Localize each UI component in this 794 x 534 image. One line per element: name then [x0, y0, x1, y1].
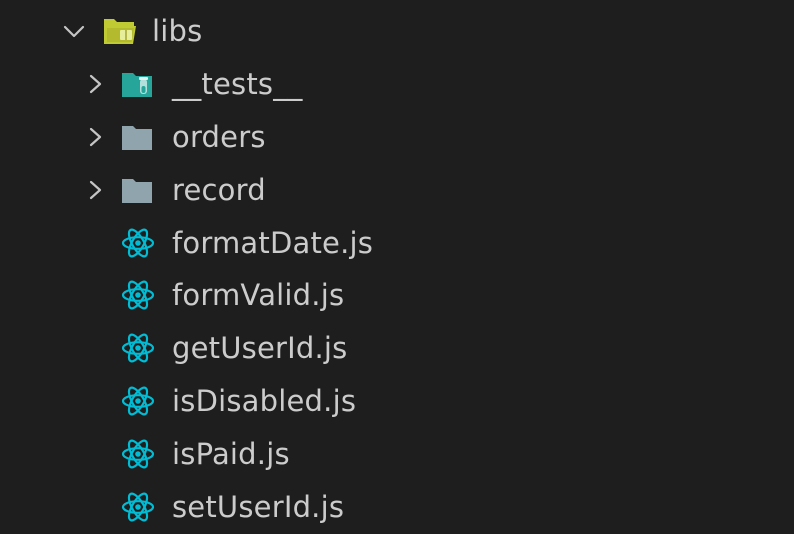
tree-item-label: formValid.js	[172, 278, 345, 313]
react-icon	[120, 438, 156, 470]
react-icon	[120, 332, 156, 364]
folder-icon	[120, 121, 156, 153]
tree-item-label: formatDate.js	[172, 225, 374, 260]
tree-item-file[interactable]: setUserId.js	[0, 480, 794, 533]
tree-item-label: getUserId.js	[172, 331, 348, 366]
file-explorer-tree: libs __tests__ orders record formatDate.…	[0, 5, 794, 533]
tree-item-label: libs	[152, 14, 203, 49]
tree-item-file[interactable]: isDisabled.js	[0, 375, 794, 428]
tree-item-label: __tests__	[172, 67, 303, 102]
tree-item-file[interactable]: getUserId.js	[0, 322, 794, 375]
chevron-right-icon[interactable]	[85, 178, 105, 202]
chevron-right-icon[interactable]	[85, 72, 105, 96]
tree-item-label: orders	[172, 119, 266, 154]
tree-item-libs[interactable]: libs	[0, 5, 794, 58]
chevron-right-icon[interactable]	[85, 125, 105, 149]
tree-item-label: isPaid.js	[172, 436, 290, 471]
tree-item-file[interactable]: formatDate.js	[0, 216, 794, 269]
tree-item-label: isDisabled.js	[172, 383, 357, 418]
tree-item-tests-folder[interactable]: __tests__	[0, 58, 794, 111]
tree-item-file[interactable]: formValid.js	[0, 269, 794, 322]
tree-item-record-folder[interactable]: record	[0, 163, 794, 216]
react-icon	[120, 227, 156, 259]
react-icon	[120, 491, 156, 523]
folder-open-lib-icon	[102, 15, 138, 47]
tree-item-file[interactable]: isPaid.js	[0, 427, 794, 480]
tree-item-orders-folder[interactable]: orders	[0, 111, 794, 164]
folder-icon	[120, 174, 156, 206]
folder-test-icon	[120, 68, 156, 100]
tree-item-label: setUserId.js	[172, 489, 345, 524]
react-icon	[120, 279, 156, 311]
react-icon	[120, 385, 156, 417]
chevron-down-icon[interactable]	[62, 19, 85, 43]
tree-item-label: record	[172, 172, 266, 207]
